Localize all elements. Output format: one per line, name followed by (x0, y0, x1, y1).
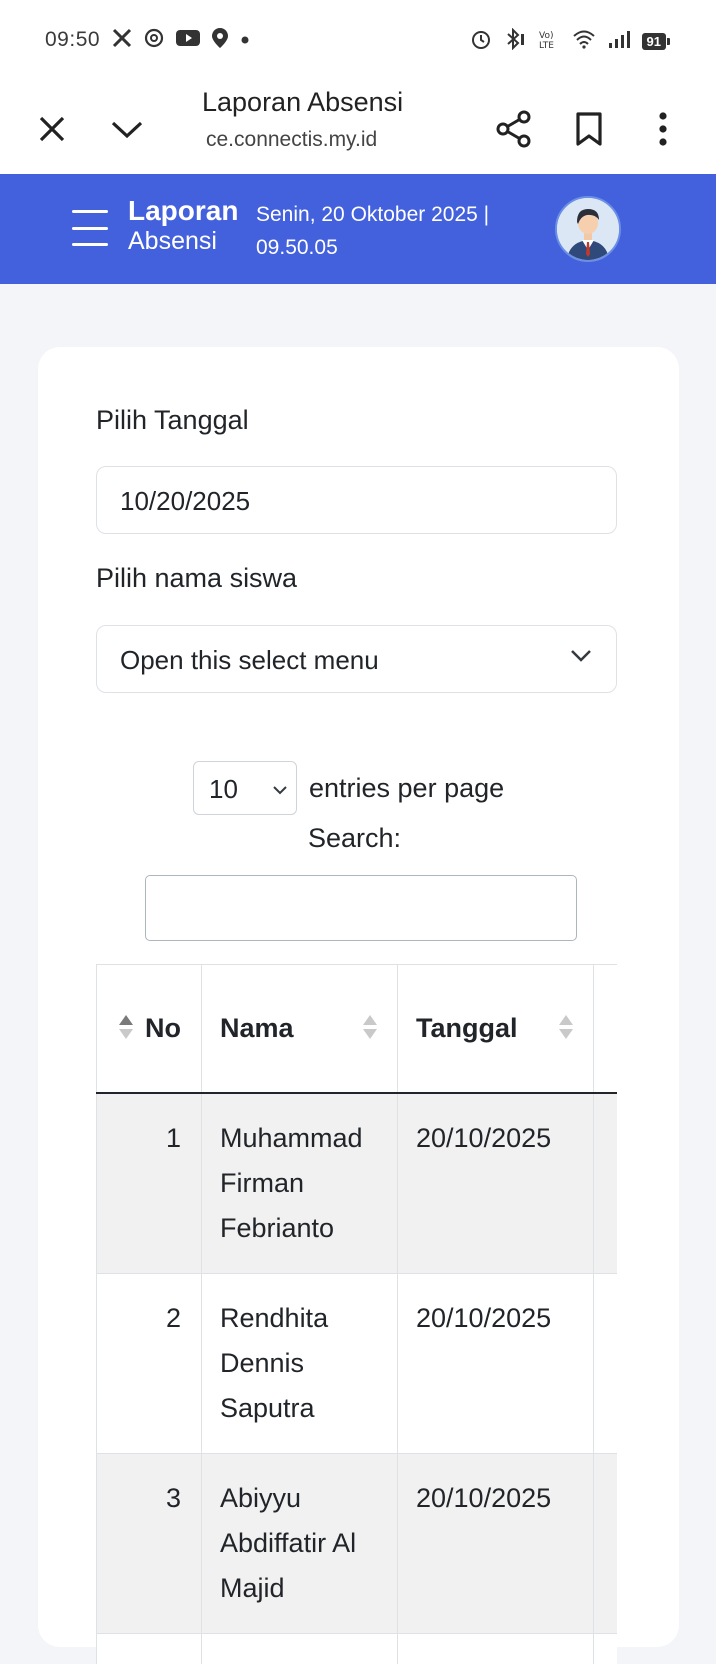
svg-text:LTE: LTE (539, 41, 554, 50)
alarm-icon (470, 28, 492, 55)
cell-tanggal: 20/10/2025 (397, 1092, 594, 1274)
app-title: Laporan Absensi (128, 196, 238, 256)
report-card: Pilih Tanggal 10/20/2025 Pilih nama sisw… (38, 347, 679, 1664)
date-value: 10/20/2025 (120, 486, 251, 516)
cell-more (593, 1272, 617, 1454)
search-label: Search: (308, 823, 402, 853)
table-row: 1 Muhammad Firman Febrianto 20/10/2025 (96, 1092, 617, 1274)
cell-more (593, 1092, 617, 1274)
table-row: 3 Abiyyu Abdiffatir Al Majid 20/10/2025 (96, 1452, 617, 1634)
close-icon (39, 116, 65, 142)
close-button[interactable] (22, 99, 82, 159)
search-input[interactable] (145, 875, 577, 941)
wifi-icon (572, 29, 596, 54)
battery-level: 91 (641, 33, 666, 50)
column-header-nama[interactable]: Nama (201, 964, 398, 1093)
cell-tanggal: 20/10/2025 (397, 1452, 594, 1634)
page-url[interactable]: ce.connectis.my.id (206, 128, 377, 152)
column-header-more[interactable] (593, 964, 617, 1093)
browser-toolbar: Laporan Absensi ce.connectis.my.id (0, 84, 716, 174)
current-time: 09.50.05 (256, 236, 338, 259)
attendance-table: No Nama Tanggal 1 Muhammad Firman Febria… (96, 964, 617, 1664)
chevron-down-icon (272, 782, 288, 800)
sort-icon (559, 1015, 573, 1039)
cell-no: 3 (96, 1452, 202, 1634)
chevron-down-icon (570, 649, 592, 668)
youtube-icon (176, 29, 200, 52)
bluetooth-icon (504, 27, 526, 55)
table-row (96, 1632, 617, 1664)
app-title-line2: Absensi (128, 227, 217, 255)
share-button[interactable] (484, 99, 544, 159)
user-avatar-icon (557, 198, 619, 260)
current-datetime: Senin, 20 Oktober 2025 | 09.50.05 (256, 198, 526, 264)
entries-per-page: 10 entries per page (193, 761, 504, 815)
dot-icon (240, 32, 250, 50)
cell-tanggal: 20/10/2025 (397, 1272, 594, 1454)
cell-nama: Rendhita Dennis Saputra (201, 1272, 398, 1454)
student-label: Pilih nama siswa (96, 563, 298, 593)
signal-icon (608, 29, 630, 54)
cell-no: 2 (96, 1272, 202, 1454)
share-icon (496, 110, 531, 148)
avatar[interactable] (555, 196, 621, 262)
page-title: Laporan Absensi (202, 87, 404, 117)
svg-text:Vo): Vo) (539, 31, 553, 41)
cell-nama: Muhammad Firman Febrianto (201, 1092, 398, 1274)
bookmark-icon (576, 112, 602, 146)
app-title-line1: Laporan (128, 195, 239, 226)
minimize-button[interactable] (97, 99, 157, 159)
threads-icon (144, 28, 164, 53)
entries-select[interactable]: 10 (193, 761, 297, 815)
sort-icon (119, 1015, 133, 1039)
status-bar: 09:50 Vo) LTE 91 (0, 0, 716, 84)
chevron-down-icon (111, 121, 143, 139)
attendance-table-wrapper[interactable]: No Nama Tanggal 1 Muhammad Firman Febria… (96, 964, 617, 1664)
more-options-button[interactable] (633, 99, 693, 159)
status-time: 09:50 (45, 28, 101, 51)
battery-icon: 91 (641, 33, 670, 50)
cell-nama: Abiyyu Abdiffatir Al Majid (201, 1452, 398, 1634)
entries-label: entries per page (309, 772, 505, 803)
location-icon (212, 28, 228, 53)
current-date: Senin, 20 Oktober 2025 | (256, 203, 490, 226)
bookmark-button[interactable] (559, 99, 619, 159)
volte-icon: Vo) LTE (538, 28, 560, 55)
sort-icon (363, 1015, 377, 1039)
cell-nama (201, 1632, 398, 1664)
cell-no: 1 (96, 1092, 202, 1274)
entries-value: 10 (209, 774, 238, 804)
cell-no (96, 1632, 202, 1664)
column-header-tanggal[interactable]: Tanggal (397, 964, 594, 1093)
more-vertical-icon (659, 112, 667, 146)
table-row: 2 Rendhita Dennis Saputra 20/10/2025 (96, 1272, 617, 1454)
menu-icon[interactable] (72, 210, 108, 246)
cell-tanggal (397, 1632, 594, 1664)
student-select-value: Open this select menu (120, 645, 379, 675)
cell-more (593, 1632, 617, 1664)
date-label: Pilih Tanggal (96, 405, 249, 435)
date-input[interactable]: 10/20/2025 (96, 466, 617, 534)
cell-more (593, 1452, 617, 1634)
column-header-no[interactable]: No (96, 964, 202, 1093)
x-icon (112, 28, 132, 53)
student-select[interactable]: Open this select menu (96, 625, 617, 693)
app-header: Laporan Absensi Senin, 20 Oktober 2025 |… (0, 174, 716, 284)
